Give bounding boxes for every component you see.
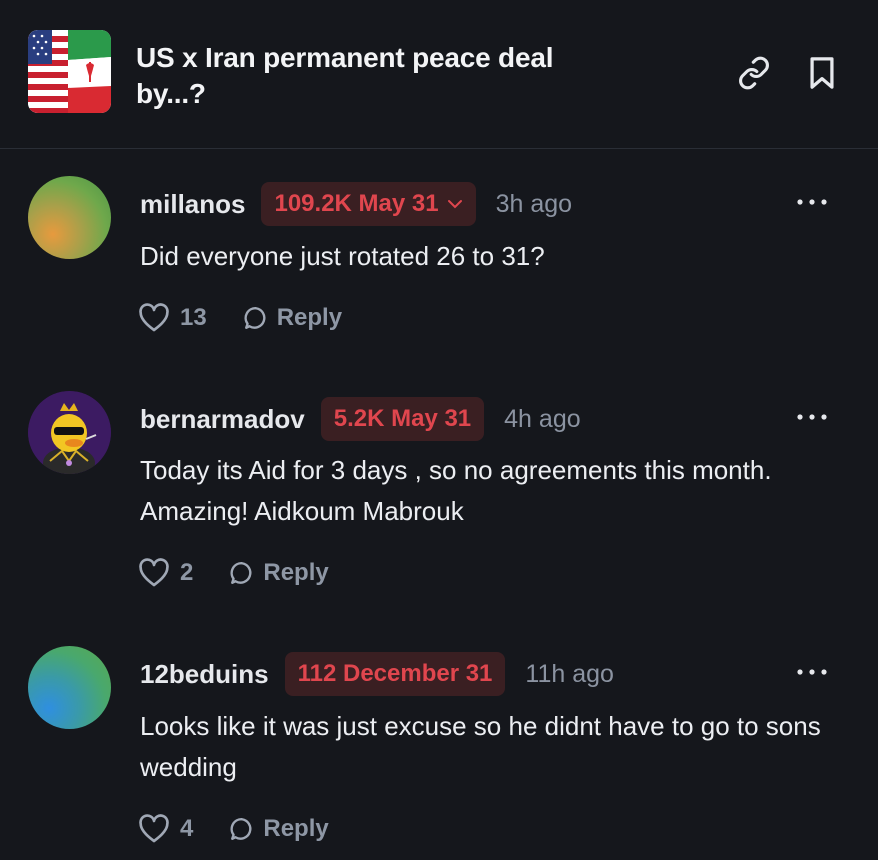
more-options-button[interactable] bbox=[794, 662, 830, 682]
position-badge[interactable]: 5.2K May 31 bbox=[320, 397, 485, 441]
like-count: 4 bbox=[180, 815, 194, 842]
comment-meta: bernarmadov 5.2K May 31 4h ago bbox=[140, 397, 581, 441]
heart-icon bbox=[139, 558, 169, 587]
comment-timestamp: 11h ago bbox=[525, 659, 614, 688]
heart-icon bbox=[139, 303, 169, 332]
comment-text: Today its Aid for 3 days , so no agreeme… bbox=[140, 455, 772, 526]
market-header: US x Iran permanent peace deal by...? bbox=[0, 0, 878, 149]
bookmark-button[interactable] bbox=[802, 53, 842, 93]
reply-label: Reply bbox=[263, 559, 329, 586]
link-icon bbox=[739, 56, 769, 90]
reply-label: Reply bbox=[263, 815, 329, 842]
more-options-button[interactable] bbox=[794, 192, 830, 212]
username[interactable]: millanos bbox=[140, 189, 245, 220]
speech-bubble-icon bbox=[230, 818, 252, 840]
heart-icon bbox=[139, 814, 169, 843]
crowned-duck-avatar bbox=[28, 391, 111, 474]
comment-timestamp: 4h ago bbox=[504, 404, 581, 433]
more-options-button[interactable] bbox=[794, 407, 830, 427]
position-badge[interactable]: 109.2K May 31 bbox=[261, 182, 476, 226]
ellipsis-icon bbox=[797, 199, 827, 205]
market-thumbnail[interactable] bbox=[28, 30, 111, 113]
comment-meta: 12beduins 112 December 31 11h ago bbox=[140, 652, 614, 696]
comment-actions: 13 Reply bbox=[138, 300, 342, 336]
position-label: 112 December 31 bbox=[297, 660, 493, 687]
position-label: 5.2K May 31 bbox=[333, 405, 472, 432]
reply-button[interactable]: Reply bbox=[229, 559, 329, 587]
comment-actions: 2 Reply bbox=[138, 555, 329, 591]
speech-bubble-icon bbox=[244, 307, 266, 329]
like-count: 13 bbox=[180, 304, 207, 331]
comment-text: Looks like it was just excuse so he didn… bbox=[140, 711, 821, 782]
comment-timestamp: 3h ago bbox=[495, 189, 573, 218]
comment-actions: 4 Reply bbox=[138, 811, 329, 847]
like-button[interactable]: 2 bbox=[138, 558, 193, 588]
user-avatar[interactable] bbox=[28, 646, 111, 729]
reply-button[interactable]: Reply bbox=[229, 815, 329, 843]
user-avatar[interactable] bbox=[28, 176, 111, 259]
ellipsis-icon bbox=[797, 669, 827, 675]
position-badge[interactable]: 112 December 31 bbox=[284, 652, 506, 696]
bookmark-icon bbox=[810, 57, 834, 89]
comment-text: Did everyone just rotated 26 to 31? bbox=[140, 241, 545, 271]
comment-meta: millanos 109.2K May 31 3h ago bbox=[140, 182, 572, 226]
like-button[interactable]: 13 bbox=[138, 303, 207, 333]
position-label: 109.2K May 31 bbox=[274, 190, 439, 217]
user-avatar[interactable] bbox=[28, 391, 111, 474]
speech-bubble-icon bbox=[230, 562, 252, 584]
username[interactable]: 12beduins bbox=[140, 659, 269, 690]
like-button[interactable]: 4 bbox=[138, 814, 193, 844]
us-iran-flags-icon bbox=[28, 30, 111, 113]
market-title: US x Iran permanent peace deal by...? bbox=[136, 42, 554, 109]
like-count: 2 bbox=[180, 559, 194, 586]
copy-link-button[interactable] bbox=[734, 53, 774, 93]
ellipsis-icon bbox=[797, 414, 827, 420]
chevron-down-icon bbox=[447, 200, 462, 209]
username[interactable]: bernarmadov bbox=[140, 404, 305, 435]
reply-label: Reply bbox=[276, 304, 343, 331]
reply-button[interactable]: Reply bbox=[243, 304, 342, 332]
